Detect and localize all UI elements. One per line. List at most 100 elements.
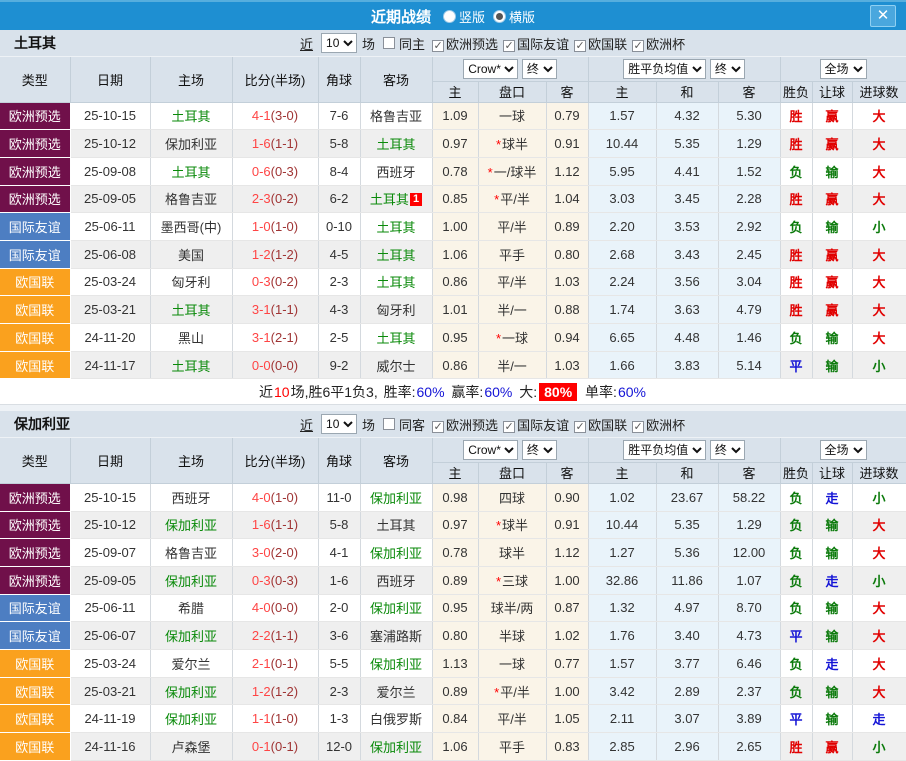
asian-home-odds: 1.00 — [432, 213, 478, 241]
type-badge: 欧洲预选 — [0, 185, 70, 213]
scope-select[interactable]: 全场 — [820, 59, 867, 79]
euro-home-odds: 2.11 — [588, 705, 656, 733]
vertical-radio-label[interactable]: 竖版 — [459, 7, 485, 26]
date-cell: 25-06-07 — [70, 622, 150, 650]
near-link[interactable]: 近 — [300, 34, 313, 53]
euro-draw-odds: 3.56 — [656, 268, 718, 296]
euro-home-odds: 2.24 — [588, 268, 656, 296]
away-team-cell: 格鲁吉亚 — [360, 102, 432, 130]
euro-draw-odds: 3.45 — [656, 185, 718, 213]
away-team-cell: 土耳其 — [360, 130, 432, 158]
euro-home-odds: 32.86 — [588, 566, 656, 594]
away-team-cell: 威尔士 — [360, 351, 432, 379]
league-checkbox[interactable]: ✓ — [574, 421, 586, 433]
handicap-result-cell: 输 — [812, 677, 852, 705]
asian-stage-select[interactable]: 终 — [522, 59, 557, 79]
handicap-cell: *平/半 — [478, 185, 546, 213]
result-cell: 负 — [780, 677, 812, 705]
score-cell: 2-1(0-1) — [232, 650, 318, 678]
col-away: 客场 — [360, 57, 432, 102]
recent-count-select[interactable]: 10 — [321, 414, 357, 434]
result-cell: 胜 — [780, 240, 812, 268]
goals-result-cell: 大 — [852, 539, 906, 567]
asian-odds-group: Crow* 终 — [432, 57, 588, 81]
score-cell: 1-1(1-0) — [232, 705, 318, 733]
col-asian-home: 主 — [432, 462, 478, 483]
league-checkbox-label: 欧洲预选 — [446, 37, 498, 52]
wdl-average-select[interactable]: 胜平负均值 — [623, 59, 706, 79]
close-icon[interactable]: ✕ — [870, 5, 896, 27]
handicap-cell: *球半 — [478, 511, 546, 539]
asian-away-odds: 0.83 — [546, 733, 588, 761]
same-venue-checkbox[interactable] — [383, 37, 395, 49]
match-row: 欧洲预选25-09-07格鲁吉亚3-0(2-0)4-1保加利亚0.78球半1.1… — [0, 539, 906, 567]
handicap-cell: *一球 — [478, 324, 546, 352]
corner-cell: 7-6 — [318, 102, 360, 130]
wdl-average-select[interactable]: 胜平负均值 — [623, 440, 706, 460]
goals-result-cell: 大 — [852, 650, 906, 678]
goals-result-cell: 大 — [852, 268, 906, 296]
euro-home-odds: 5.95 — [588, 157, 656, 185]
handicap-result-cell: 赢 — [812, 240, 852, 268]
euro-stage-select[interactable]: 终 — [710, 59, 745, 79]
goals-result-cell: 大 — [852, 102, 906, 130]
league-checkbox[interactable]: ✓ — [632, 421, 644, 433]
league-checkbox[interactable]: ✓ — [632, 40, 644, 52]
league-checkbox[interactable]: ✓ — [503, 40, 515, 52]
dialog-title: 近期战绩 — [371, 6, 431, 27]
type-badge: 欧国联 — [0, 268, 70, 296]
goals-result-cell: 走 — [852, 705, 906, 733]
win-rate: 胜率:60% — [380, 382, 446, 402]
match-row: 欧国联25-03-24爱尔兰2-1(0-1)5-5保加利亚1.13一球0.771… — [0, 650, 906, 678]
handicap-result-cell: 输 — [812, 594, 852, 622]
asian-win-rate: 赢率:60% — [448, 382, 514, 402]
scope-select[interactable]: 全场 — [820, 440, 867, 460]
euro-away-odds: 1.07 — [718, 566, 780, 594]
asian-away-odds: 0.80 — [546, 240, 588, 268]
asian-away-odds: 0.90 — [546, 483, 588, 511]
asian-away-odds: 1.03 — [546, 351, 588, 379]
bookmaker-select[interactable]: Crow* — [463, 440, 518, 460]
same-venue-checkbox[interactable] — [383, 418, 395, 430]
corner-cell: 0-10 — [318, 213, 360, 241]
bookmaker-select[interactable]: Crow* — [463, 59, 518, 79]
away-team-cell: 保加利亚 — [360, 733, 432, 761]
rank-badge: 1 — [410, 193, 422, 206]
asian-away-odds: 0.94 — [546, 324, 588, 352]
euro-stage-select[interactable]: 终 — [710, 440, 745, 460]
score-cell: 2-3(0-2) — [232, 185, 318, 213]
result-cell: 胜 — [780, 296, 812, 324]
horizontal-radio[interactable] — [493, 10, 506, 23]
euro-away-odds: 2.92 — [718, 213, 780, 241]
league-checkbox[interactable]: ✓ — [503, 421, 515, 433]
date-cell: 25-09-05 — [70, 566, 150, 594]
date-cell: 24-11-16 — [70, 733, 150, 761]
asian-stage-select[interactable]: 终 — [522, 440, 557, 460]
section-team-name: 土耳其 — [0, 33, 300, 53]
result-cell: 平 — [780, 705, 812, 733]
euro-away-odds: 3.04 — [718, 268, 780, 296]
asian-home-odds: 0.98 — [432, 483, 478, 511]
euro-away-odds: 1.29 — [718, 511, 780, 539]
horizontal-radio-label[interactable]: 横版 — [509, 7, 535, 26]
vertical-radio[interactable] — [443, 10, 456, 23]
match-row: 欧国联24-11-20黑山3-1(2-1)2-5土耳其0.95*一球0.946.… — [0, 324, 906, 352]
league-checkbox[interactable]: ✓ — [574, 40, 586, 52]
matches-table: 类型 日期 主场 比分(半场) 角球 客场 Crow* 终 胜平负均值 终 — [0, 57, 906, 379]
handicap-result-cell: 赢 — [812, 268, 852, 296]
type-badge: 欧洲预选 — [0, 539, 70, 567]
handicap-result-cell: 赢 — [812, 733, 852, 761]
league-checkbox[interactable]: ✓ — [432, 421, 444, 433]
handicap-cell: 四球 — [478, 483, 546, 511]
date-cell: 25-03-24 — [70, 268, 150, 296]
league-checkbox[interactable]: ✓ — [432, 40, 444, 52]
date-cell: 24-11-20 — [70, 324, 150, 352]
match-row: 欧洲预选25-10-15西班牙4-0(1-0)11-0保加利亚0.98四球0.9… — [0, 483, 906, 511]
euro-away-odds: 4.79 — [718, 296, 780, 324]
recent-count-select[interactable]: 10 — [321, 33, 357, 53]
near-link[interactable]: 近 — [300, 415, 313, 434]
score-cell: 0-1(0-1) — [232, 733, 318, 761]
date-cell: 25-10-15 — [70, 483, 150, 511]
euro-draw-odds: 4.48 — [656, 324, 718, 352]
asian-away-odds: 0.88 — [546, 296, 588, 324]
